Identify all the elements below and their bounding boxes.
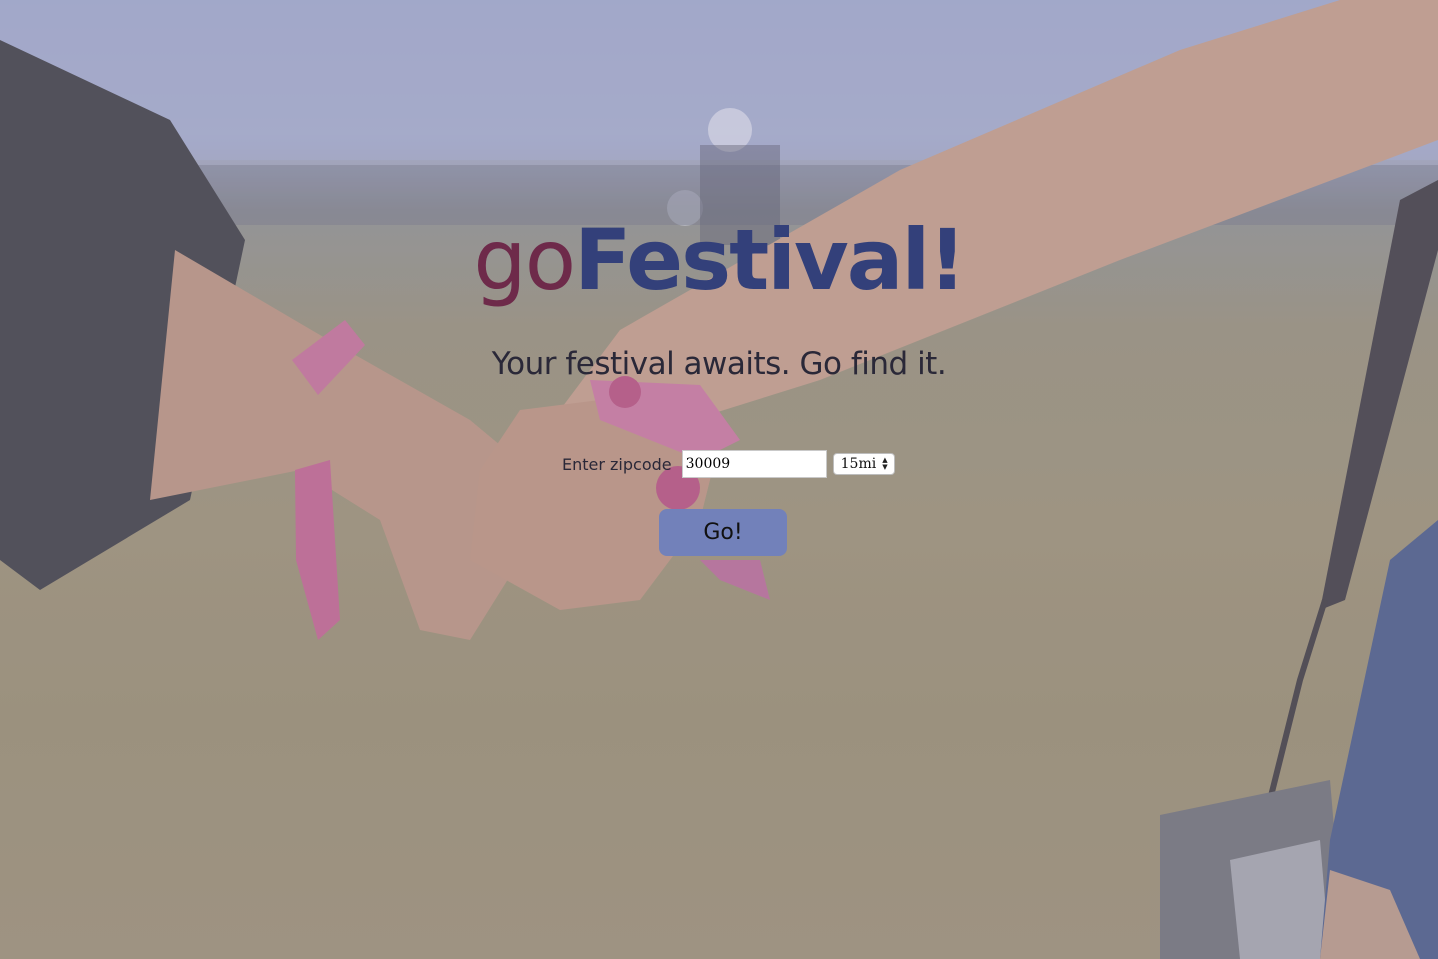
radius-select-value: 15mi (840, 456, 877, 472)
radius-select[interactable]: 15mi ▲ ▼ (832, 453, 895, 475)
select-arrows-icon: ▲ ▼ (882, 456, 888, 471)
logo-name: Festival! (574, 211, 966, 309)
tagline: Your festival awaits. Go find it. (491, 346, 947, 382)
site-logo: goFestival! (0, 218, 1438, 302)
logo-prefix: go (473, 211, 576, 309)
zipcode-label: Enter zipcode (562, 454, 672, 474)
go-button[interactable]: Go! (659, 509, 787, 556)
zipcode-input[interactable] (681, 450, 827, 478)
zipcode-search-form: Enter zipcode 15mi ▲▼ (562, 448, 895, 480)
